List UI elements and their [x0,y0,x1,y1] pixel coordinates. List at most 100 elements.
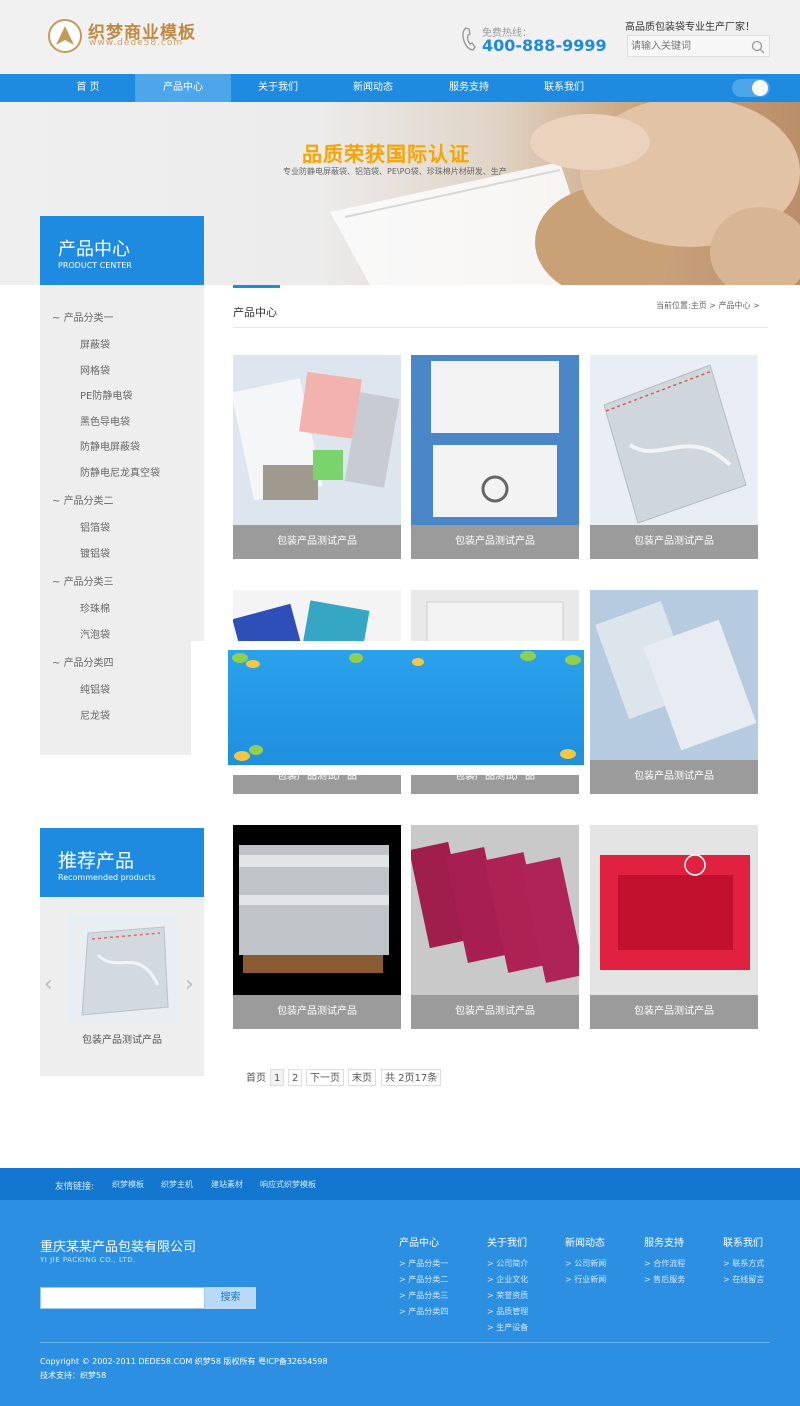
product-image[interactable] [590,355,758,525]
category-item[interactable]: 尼龙袋 [80,707,110,722]
pagination-first[interactable]: 首页 [242,1069,270,1086]
footer-link[interactable]: > 荣誉资质 [487,1290,528,1301]
footer-link[interactable]: > 公司新闻 [565,1258,606,1269]
pagination-info: 共 2页17条 [381,1069,442,1086]
friend-link[interactable]: 响应式织梦模板 [260,1179,316,1190]
recommend-product-image[interactable] [68,915,177,1024]
product-caption[interactable]: 包装产品测试产品 [590,760,758,794]
footer-search-button[interactable]: 搜索 [205,1287,256,1309]
category-group-3[interactable]: ~ 产品分类三 [52,573,114,588]
recommend-subtitle: Recommended products [58,873,156,882]
category-item[interactable]: 镀铝袋 [80,545,110,560]
product-caption[interactable]: 包装产品测试产品 [590,995,758,1029]
product-caption[interactable]: 包装产品测试产品 [411,995,579,1029]
footer-link[interactable]: > 产品分类一 [399,1258,448,1269]
phone-icon [462,26,478,56]
footer-link[interactable]: > 产品分类二 [399,1274,448,1285]
breadcrumb[interactable]: 当前位置:主页 > 产品中心 > [656,300,760,311]
category-item[interactable]: 黑色导电袋 [80,413,130,428]
product-card[interactable]: 包装产品测试产品 [590,590,758,794]
footer-col-title[interactable]: 关于我们 [487,1234,527,1249]
product-card[interactable]: 包装产品测试产品 [590,355,758,559]
nav-home[interactable]: 首 页 [40,74,136,102]
recommend-title: 推荐产品 [58,850,135,872]
product-image[interactable] [590,590,758,760]
main-title: 产品中心 [233,306,277,319]
category-item[interactable]: 屏蔽袋 [80,336,110,351]
friend-links-label: 友情链接: [55,1182,95,1192]
carousel-prev-icon[interactable]: ‹ [44,972,53,997]
product-caption[interactable]: 包装产品测试产品 [233,995,401,1029]
footer-link[interactable]: > 品质管理 [487,1306,528,1317]
recommend-caption[interactable]: 包装产品测试产品 [40,1031,204,1046]
footer-link[interactable]: > 在线留言 [723,1274,764,1285]
footer-link[interactable]: > 联系方式 [723,1258,764,1269]
product-image[interactable] [233,355,401,525]
product-caption[interactable]: 包装产品测试产品 [411,525,579,559]
popup-ad-image[interactable] [228,650,584,765]
category-item[interactable]: 纯铝袋 [80,681,110,696]
footer-col-title[interactable]: 产品中心 [399,1234,439,1249]
nav-service[interactable]: 服务支持 [421,74,517,102]
product-card[interactable]: 包装产品测试产品 [411,825,579,1029]
tech-support: 技术支持：织梦58 [40,1371,107,1380]
search-input[interactable] [628,36,746,56]
category-group-1[interactable]: ~ 产品分类一 [52,309,114,324]
category-item[interactable]: PE防静电袋 [80,387,132,402]
friend-link[interactable]: 织梦模板 [112,1179,144,1190]
header-search [627,35,770,57]
footer-col-title[interactable]: 新闻动态 [565,1234,605,1249]
product-image[interactable] [411,825,579,995]
nav-about[interactable]: 关于我们 [230,74,326,102]
footer-link[interactable]: > 合作流程 [644,1258,685,1269]
friend-link[interactable]: 织梦主机 [161,1179,193,1190]
footer-link[interactable]: > 产品分类四 [399,1306,448,1317]
carousel-next-icon[interactable]: › [185,972,194,997]
footer-divider [40,1342,770,1343]
nav-toggle-switch[interactable] [732,79,770,97]
footer-link[interactable]: > 企业文化 [487,1274,528,1285]
search-icon[interactable] [751,39,765,54]
company-name: 重庆某某产品包装有限公司 [40,1240,197,1255]
category-item[interactable]: 汽泡袋 [80,626,110,641]
product-card[interactable]: 包装产品测试产品 [233,355,401,559]
nav-contact[interactable]: 联系我们 [516,74,612,102]
footer-link[interactable]: > 行业新闻 [565,1274,606,1285]
company-name-en: YI JIE PACKING CO., LTD. [40,1256,136,1264]
footer-link[interactable]: > 产品分类三 [399,1290,448,1301]
category-group-2[interactable]: ~ 产品分类二 [52,492,114,507]
product-card[interactable]: 包装产品测试产品 [233,825,401,1029]
pagination-page-1[interactable]: 1 [270,1069,285,1086]
product-image[interactable] [411,355,579,525]
pagination-last[interactable]: 末页 [348,1069,376,1086]
pagination-next[interactable]: 下一页 [306,1069,344,1086]
category-item[interactable]: 防静电屏蔽袋 [80,438,140,453]
category-list [40,285,204,755]
friend-link[interactable]: 建站素材 [211,1179,243,1190]
category-item[interactable]: 铝箔袋 [80,519,110,534]
footer-link[interactable]: > 售后服务 [644,1274,685,1285]
product-card[interactable]: 包装产品测试产品 [411,355,579,559]
footer-col-title[interactable]: 服务支持 [644,1234,684,1249]
category-group-4[interactable]: ~ 产品分类四 [52,654,114,669]
product-card[interactable]: 包装产品测试产品 [590,825,758,1029]
footer-link[interactable]: > 公司简介 [487,1258,528,1269]
logo-icon[interactable] [48,19,82,53]
footer-search-input[interactable] [40,1287,205,1309]
category-item[interactable]: 网格袋 [80,362,110,377]
category-item[interactable]: 防静电尼龙真空袋 [80,464,160,479]
main-divider [233,327,768,328]
pagination-page-2[interactable]: 2 [288,1069,303,1086]
product-caption[interactable]: 包装产品测试产品 [233,525,401,559]
product-caption[interactable]: 包装产品测试产品 [590,525,758,559]
main-nav: 首 页 产品中心 关于我们 新闻动态 服务支持 联系我们 [0,74,800,102]
category-item[interactable]: 珍珠棉 [80,600,110,615]
category-title: 产品中心 [58,239,130,260]
copyright: Copyright © 2002-2011 DEDE58.COM 织梦58 版权… [40,1357,328,1366]
nav-news[interactable]: 新闻动态 [325,74,421,102]
product-image[interactable] [590,825,758,995]
footer-link[interactable]: > 生产设备 [487,1322,528,1333]
product-image[interactable] [233,825,401,995]
footer-col-title[interactable]: 联系我们 [723,1234,763,1249]
nav-products[interactable]: 产品中心 [135,74,231,102]
